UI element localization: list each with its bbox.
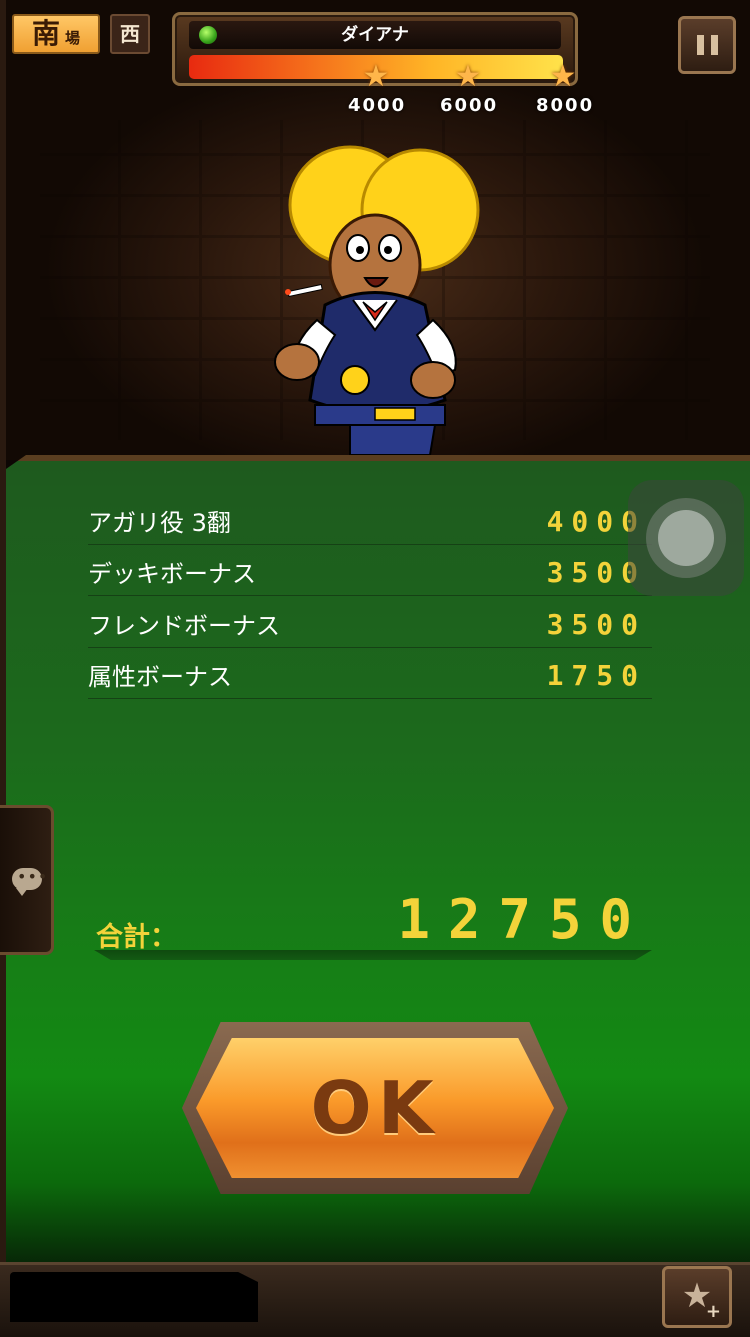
- seat-wind-badge: 西: [110, 14, 150, 54]
- bonus-label: アガリ役 3翻: [88, 509, 231, 537]
- pause-button[interactable]: [678, 16, 736, 74]
- total-value: 12750: [397, 888, 650, 951]
- total-label: 合計：: [96, 922, 177, 953]
- left-rail: [0, 0, 6, 1334]
- bonus-label: フレンドボーナス: [88, 612, 280, 640]
- star-icon: ★: [362, 59, 390, 94]
- threshold-label: 4000: [348, 95, 407, 116]
- round-suffix-text: 場: [65, 29, 81, 47]
- pause-icon: [697, 35, 704, 55]
- star-icon: ★: [549, 59, 577, 94]
- assistive-touch-core: [658, 510, 714, 566]
- round-wind-badge: 南 場: [12, 14, 100, 54]
- bonus-label: 属性ボーナス: [88, 663, 232, 691]
- list-item: デッキボーナス 3500: [88, 545, 652, 596]
- pause-icon: [711, 35, 718, 55]
- list-item: 属性ボーナス 1750: [88, 648, 652, 699]
- chat-icon: •••: [12, 868, 47, 896]
- total-underline: [94, 950, 652, 960]
- ok-button-label[interactable]: OK: [196, 1038, 554, 1178]
- bottom-message-slot: [10, 1272, 258, 1322]
- threshold-label: 6000: [440, 95, 499, 116]
- list-item: アガリ役 3翻 4000: [88, 494, 652, 545]
- enemy-character-illustration: [274, 145, 480, 456]
- list-item: フレンドボーナス 3500: [88, 597, 652, 648]
- round-wind-text: 南: [31, 17, 60, 50]
- bonus-value: 1750: [546, 659, 646, 692]
- threshold-label: 8000: [536, 95, 595, 116]
- assistive-touch-button[interactable]: [628, 480, 744, 596]
- chat-tab[interactable]: •••: [0, 805, 54, 955]
- bonus-label: デッキボーナス: [88, 560, 256, 588]
- enemy-name-bar: ダイアナ: [189, 21, 561, 49]
- enemy-name: ダイアナ: [341, 25, 409, 45]
- star-icon: ★: [454, 59, 482, 94]
- favorite-button[interactable]: ★ +: [662, 1266, 732, 1328]
- bonus-value: 3500: [546, 608, 646, 641]
